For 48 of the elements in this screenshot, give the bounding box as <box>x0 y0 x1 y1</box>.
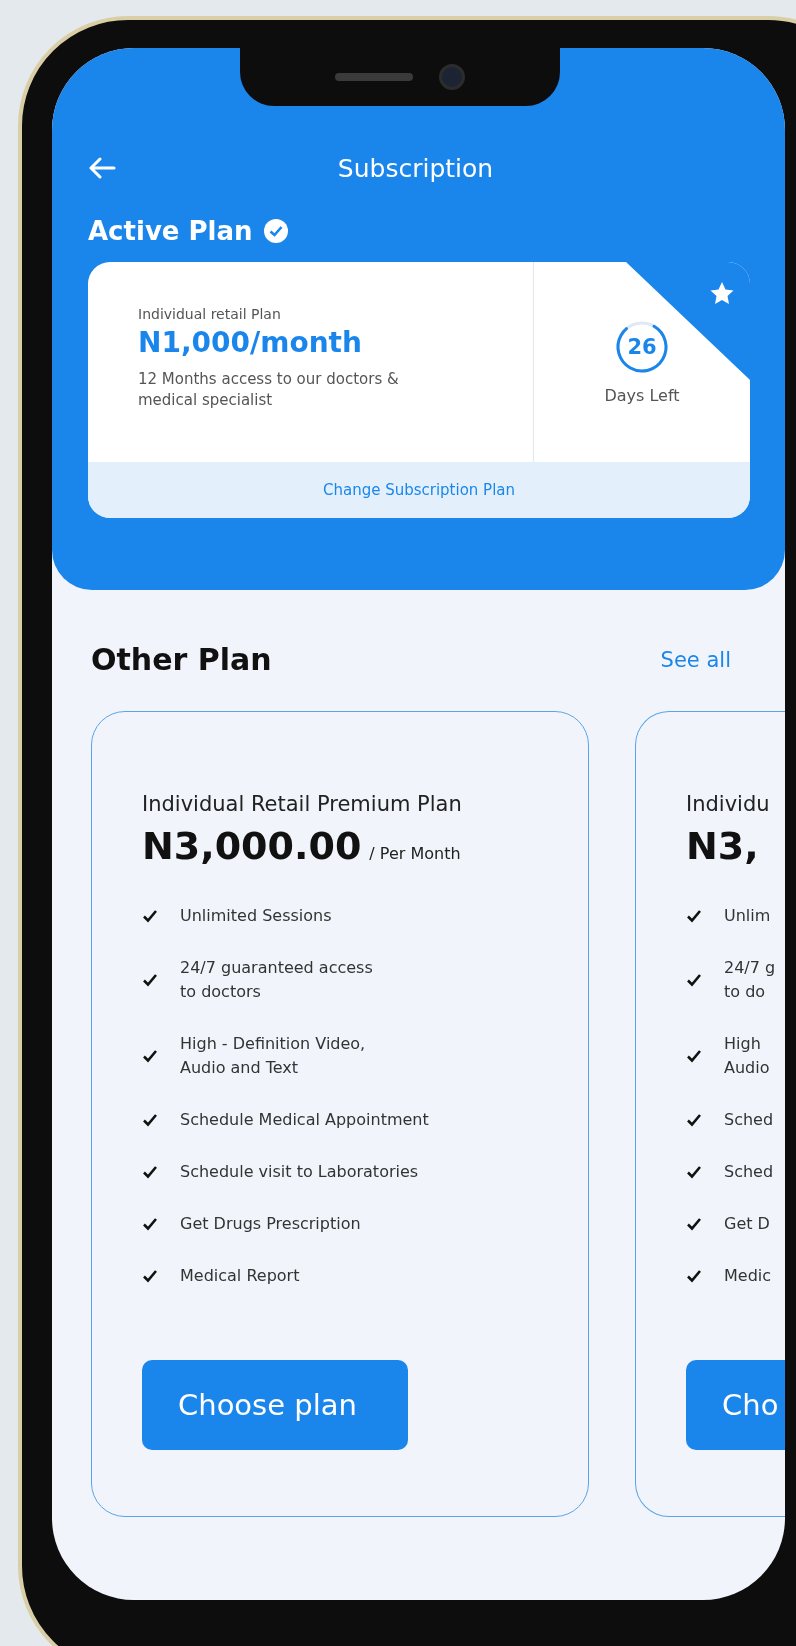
feature-text: High Audio <box>724 1033 770 1079</box>
feature-text: Schedule Medical Appointment <box>180 1109 429 1131</box>
feature-text: Get Drugs Prescription <box>180 1213 361 1235</box>
check-icon <box>142 1217 158 1231</box>
check-icon <box>686 1113 702 1127</box>
feature-text: 24/7 guaranteed access to doctors <box>180 957 373 1003</box>
feature-text: Get D <box>724 1213 770 1235</box>
active-plan-heading: Active Plan <box>88 216 253 246</box>
check-icon <box>686 1165 702 1179</box>
check-icon <box>142 973 158 987</box>
plan-description: 12 Months access to our doctors & medical specialist <box>138 369 400 411</box>
plan-name: Individual retail Plan <box>138 306 282 322</box>
change-plan-link[interactable]: Change Subscription Plan <box>88 462 750 518</box>
plan-price: N1,000/month <box>138 326 363 359</box>
choose-plan-button[interactable]: Cho <box>686 1360 785 1450</box>
plan-price: N3,000.00 <box>142 824 362 868</box>
see-all-link[interactable]: See all <box>660 647 731 672</box>
check-icon <box>686 909 702 923</box>
screen-title: Subscription <box>336 153 495 183</box>
section-heading: Other Plan <box>91 642 272 677</box>
plan-price: N3, <box>686 824 759 868</box>
days-left-label: Days Left <box>604 386 680 405</box>
check-icon <box>142 1165 158 1179</box>
feature-text: Sched <box>724 1109 774 1131</box>
check-icon <box>686 1217 702 1231</box>
check-icon <box>686 1269 702 1283</box>
check-icon <box>142 1269 158 1283</box>
camera-lens <box>439 64 465 90</box>
plan-name: Individu <box>686 792 771 816</box>
check-icon <box>686 1049 702 1063</box>
check-icon <box>686 973 702 987</box>
check-icon <box>142 1113 158 1127</box>
feature-text: Unlim <box>724 905 771 927</box>
check-icon <box>142 909 158 923</box>
feature-text: 24/7 g to do <box>724 957 776 1003</box>
check-icon <box>142 1049 158 1063</box>
plan-name: Individual Retail Premium Plan <box>142 792 463 816</box>
feature-text: High - Definition Video, Audio and Text <box>180 1033 366 1079</box>
back-arrow-icon[interactable] <box>88 157 116 179</box>
feature-text: Medical Report <box>180 1265 300 1287</box>
days-count: 26 <box>627 335 657 359</box>
feature-text: Medic <box>724 1265 772 1287</box>
feature-text: Sched <box>724 1161 774 1183</box>
feature-text: Unlimited Sessions <box>180 905 332 927</box>
verified-check-icon <box>262 218 289 244</box>
choose-plan-button[interactable]: Choose plan <box>142 1360 408 1450</box>
feature-text: Schedule visit to Laboratories <box>180 1161 419 1183</box>
price-period: / Per Month <box>369 844 461 863</box>
